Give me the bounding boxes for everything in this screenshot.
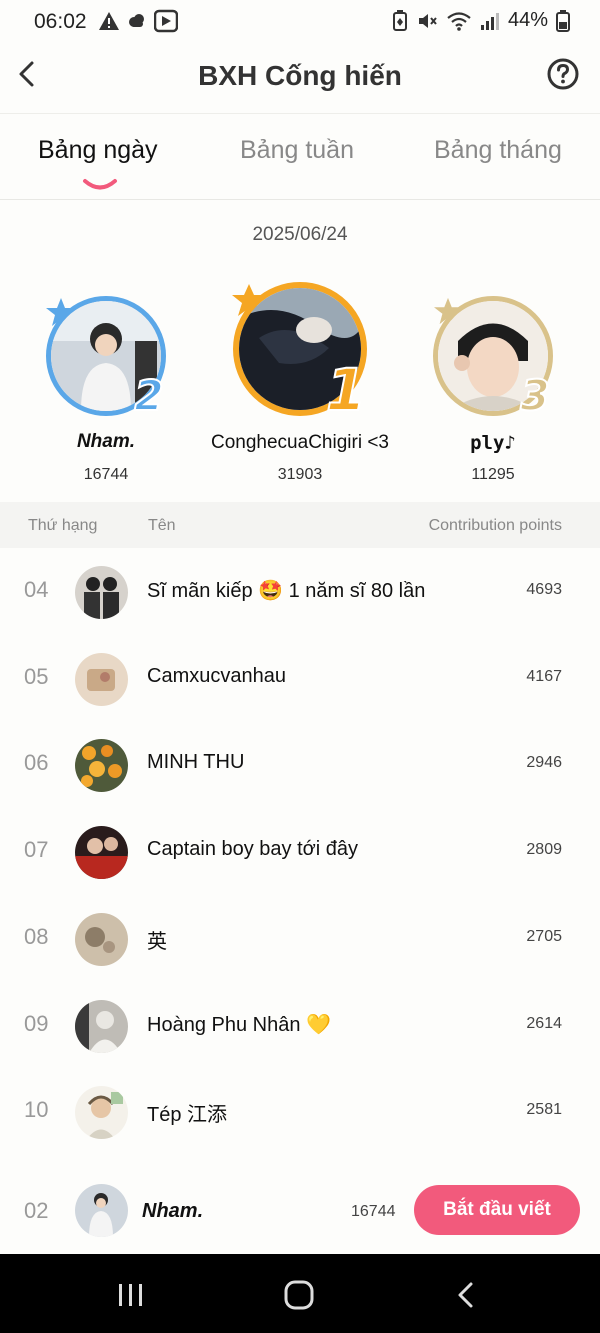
podium-third-points: 11295 <box>471 466 515 483</box>
row-rank: 05 <box>24 664 49 689</box>
leaderboard-row[interactable]: 06 MINH THU 2946 <box>0 722 600 809</box>
row-rank: 10 <box>24 1097 49 1122</box>
row-rank: 09 <box>24 1011 49 1036</box>
app-header: BXH Cống hiến <box>0 44 600 114</box>
row-rank: 06 <box>24 750 49 775</box>
avatar <box>75 1086 128 1139</box>
battery-saver-icon <box>392 9 407 31</box>
row-points: 2946 <box>526 754 562 771</box>
rank-2-badge: 2 <box>133 370 164 416</box>
status-time: 06:02 <box>34 10 87 33</box>
tab-bar: Bảng ngày Bảng tuần Bảng tháng <box>0 114 600 200</box>
my-name: Nham. <box>142 1200 204 1222</box>
signal-icon <box>480 12 499 30</box>
row-name: Sĩ mãn kiếp 🤩 1 năm sĩ 80 lần <box>147 580 426 602</box>
row-rank: 08 <box>24 924 49 949</box>
column-rank-header: Thứ hạng <box>28 517 98 534</box>
avatar <box>75 739 128 792</box>
podium-first-points: 31903 <box>277 466 323 483</box>
row-points: 4693 <box>526 581 562 598</box>
my-points: 16744 <box>351 1203 396 1220</box>
avatar <box>75 653 128 706</box>
tab-monthly[interactable]: Bảng tháng <box>434 136 562 165</box>
rank-1-badge: 1 <box>326 355 366 416</box>
podium-second-name: Nham. <box>76 431 136 452</box>
my-rank: 02 <box>24 1198 49 1223</box>
avatar <box>75 1000 128 1053</box>
leaderboard-table-header: Thứ hạng Tên Contribution points <box>0 502 600 548</box>
start-writing-button[interactable]: Bắt đầu viết <box>414 1185 580 1235</box>
leaderboard-row[interactable]: 07 Captain boy bay tới đây 2809 <box>0 809 600 896</box>
back-icon[interactable] <box>450 1278 484 1312</box>
status-right-icons: 44% <box>392 9 570 32</box>
row-name: Captain boy bay tới đây <box>147 838 359 860</box>
podium-third-name: ply♪ <box>470 432 516 454</box>
tab-weekly[interactable]: Bảng tuần <box>240 136 354 165</box>
status-bar: 06:02 44% <box>0 0 600 44</box>
avatar <box>75 826 128 879</box>
row-rank: 07 <box>24 837 49 862</box>
leaderboard-row[interactable]: 10 Tép 江添 2581 <box>0 1069 600 1156</box>
row-name: Tép 江添 <box>147 1104 228 1126</box>
row-name: Hoàng Phu Nhân 💛 <box>147 1014 331 1036</box>
rank-3-badge: 3 <box>519 370 550 416</box>
avatar <box>75 1184 128 1237</box>
system-nav-bar <box>0 1254 600 1333</box>
column-points-header: Contribution points <box>428 517 562 534</box>
row-name: 英 <box>147 931 167 953</box>
mute-icon <box>418 13 437 28</box>
row-points: 2705 <box>526 928 562 945</box>
cloud-icon <box>129 14 144 27</box>
avatar <box>75 913 128 966</box>
wifi-icon <box>447 11 471 31</box>
leaderboard-row[interactable]: 04 Sĩ mãn kiếp 🤩 1 năm sĩ 80 lần 4693 <box>0 549 600 636</box>
podium-first-name: ConghecuaChigiri <3 <box>211 432 389 453</box>
home-icon[interactable] <box>282 1278 316 1312</box>
cast-app-icon <box>154 9 178 33</box>
page-title: BXH Cống hiến <box>198 60 402 91</box>
leaderboard-date: 2025/06/24 <box>252 224 348 245</box>
tab-daily[interactable]: Bảng ngày <box>38 136 158 165</box>
warning-icon <box>99 12 119 30</box>
recent-apps-icon[interactable] <box>114 1278 148 1312</box>
leaderboard-row[interactable]: 08 英 2705 <box>0 896 600 983</box>
row-points: 2809 <box>526 841 562 858</box>
battery-percent: 44% <box>507 9 548 31</box>
my-rank-row[interactable]: 02 Nham. 16744 Bắt đầu viết <box>0 1166 600 1254</box>
tab-active-indicator <box>83 179 117 190</box>
row-points: 4167 <box>526 668 562 685</box>
battery-icon <box>556 9 570 32</box>
rank-3-label: 3 <box>520 371 549 416</box>
rank-2-label: 2 <box>134 371 163 416</box>
status-left-icons <box>98 9 178 33</box>
row-rank: 04 <box>24 577 49 602</box>
avatar <box>75 566 128 619</box>
podium-second-points: 16744 <box>83 466 129 483</box>
leaderboard-row[interactable]: 09 Hoàng Phu Nhân 💛 2614 <box>0 983 600 1070</box>
help-circle-icon[interactable] <box>546 57 580 91</box>
column-name-header: Tên <box>148 517 176 534</box>
leaderboard-row[interactable]: 05 Camxucvanhau 4167 <box>0 636 600 723</box>
row-name: MINH THU <box>147 751 245 773</box>
row-points: 2614 <box>526 1015 562 1032</box>
row-points: 2581 <box>526 1101 562 1118</box>
row-name: Camxucvanhau <box>147 665 286 687</box>
rank-1-label: 1 <box>326 356 366 416</box>
